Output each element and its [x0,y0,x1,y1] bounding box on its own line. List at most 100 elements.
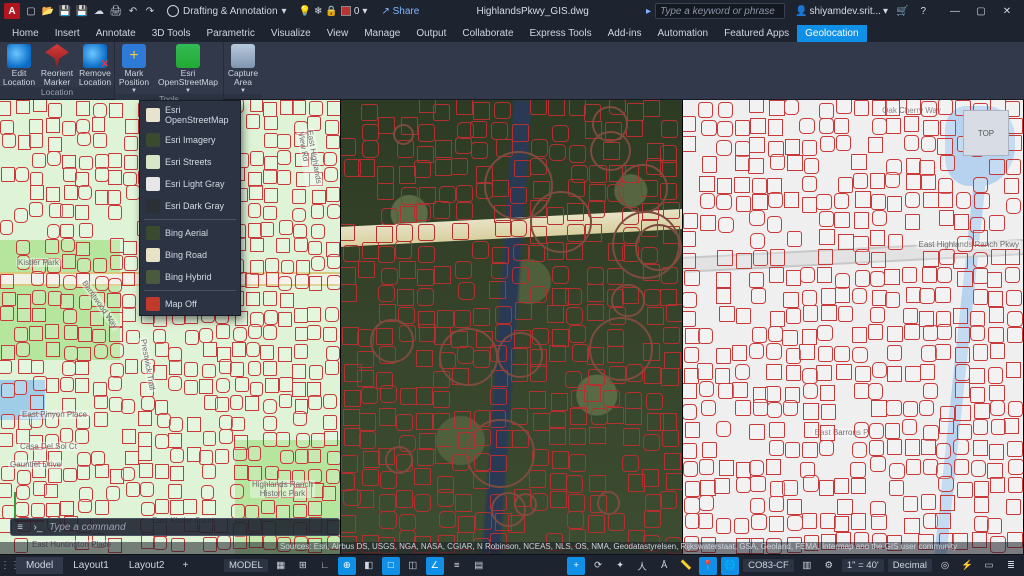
qat-save-icon[interactable]: 💾 [58,4,72,18]
ribbon-tab-add-ins[interactable]: Add-ins [600,25,650,42]
map-provider-option[interactable]: Esri Streets [140,151,240,173]
layout-tab-layout1[interactable]: Layout1 [63,557,119,574]
layout-tab-layout2[interactable]: Layout2 [119,557,175,574]
selection-cycling-icon[interactable]: ⟳ [589,557,607,575]
map-provider-option[interactable]: Esri Imagery [140,129,240,151]
provider-swatch-icon [146,248,160,262]
map-provider-option[interactable]: Bing Hybrid [140,266,240,288]
cart-icon[interactable]: 🛒 [896,6,908,17]
map-provider-option[interactable]: Bing Aerial [140,222,240,244]
map-provider-option[interactable]: Esri Light Gray [140,173,240,195]
status-model[interactable]: MODEL [224,559,268,572]
chevron-down-icon: ▾ [362,6,367,17]
share-button[interactable]: ↗ Share [381,6,419,17]
otrack-toggle-icon[interactable]: ∠ [426,557,444,575]
provider-label: Esri Light Gray [165,179,225,189]
qat-plot-icon[interactable]: 🖨 [109,4,123,18]
layout-tab-model[interactable]: Model [16,557,63,574]
ribbon-tab-collaborate[interactable]: Collaborate [454,25,521,42]
qat-saveas-icon[interactable]: 💾 [75,4,89,18]
app-logo[interactable]: A [4,3,20,19]
cleanscreen-icon[interactable]: ▭ [980,557,998,575]
ortho-toggle-icon[interactable]: ∟ [316,557,334,575]
map-provider-option[interactable]: Map Off [140,293,240,315]
help-icon[interactable]: ? [920,6,926,17]
isolate-icon[interactable]: ◎ [936,557,954,575]
ribbon-tab-annotate[interactable]: Annotate [88,25,144,42]
ribbon-tab-visualize[interactable]: Visualize [263,25,319,42]
isoplane-icon[interactable]: ◧ [360,557,378,575]
gizmo-icon[interactable]: ✦ [611,557,629,575]
cmd-input[interactable]: Type a command [47,522,339,533]
quick-access-toolbar: ▢ 📂 💾 💾 ☁ 🖨 ↶ ↷ [24,4,157,18]
hardware-accel-icon[interactable]: ⚡ [958,557,976,575]
viewport-lightgray[interactable]: East Highlands Ranch Pkwy Oak Cherry Way… [683,100,1024,554]
workspace-icon[interactable]: ⚙ [820,557,838,575]
reorient-marker-button[interactable]: Reorient Marker [38,42,76,87]
provider-swatch-icon [146,199,160,213]
qat-new-icon[interactable]: ▢ [24,4,38,18]
ribbon-tab-express-tools[interactable]: Express Tools [522,25,600,42]
provider-swatch-icon [146,155,160,169]
transparency-icon[interactable]: ▤ [470,557,488,575]
map-provider-option[interactable]: Bing Road [140,244,240,266]
ribbon-tab-manage[interactable]: Manage [356,25,408,42]
3dosnap-icon[interactable]: ◫ [404,557,422,575]
maximize-button[interactable]: ▢ [968,1,994,21]
ribbon-tab-view[interactable]: View [319,25,357,42]
minimize-button[interactable]: — [942,1,968,21]
ribbon-tab-geolocation[interactable]: Geolocation [797,25,866,42]
layer-color-swatch [341,6,351,16]
grid-toggle-icon[interactable]: ▦ [272,557,290,575]
account-menu[interactable]: 👤 shiyamdev.srit... ▾ [795,6,888,17]
coord-system[interactable]: CO83-CF [743,559,794,572]
units-icon[interactable]: 📏 [677,557,695,575]
search-input[interactable]: Type a keyword or phrase [655,3,785,19]
ribbon: Edit Location Reorient Marker Remove Loc… [0,42,1024,100]
cmd-history-icon[interactable]: ≡ [11,522,29,533]
ribbon-tab-insert[interactable]: Insert [47,25,88,42]
mark-position-button[interactable]: Mark Position▼ [115,42,153,94]
ribbon-tab-parametric[interactable]: Parametric [198,25,262,42]
qat-undo-icon[interactable]: ↶ [126,4,140,18]
command-line[interactable]: ≡ ›_ Type a command [10,518,340,536]
capture-area-button[interactable]: Capture Area▼ [224,42,262,94]
polar-toggle-icon[interactable]: ⊕ [338,557,356,575]
map-provider-button[interactable]: Esri OpenStreetMap▼ [153,42,223,94]
ribbon-tabs: HomeInsertAnnotate3D ToolsParametricVisu… [0,22,1024,42]
annotation-icon[interactable]: 人 [633,557,651,575]
ribbon-tab-featured-apps[interactable]: Featured Apps [716,25,797,42]
geo-marker-icon[interactable]: 📍 [699,557,717,575]
units-format[interactable]: Decimal [888,559,932,572]
viewcube[interactable]: TOP [963,110,1009,156]
add-layout-button[interactable]: + [174,557,196,574]
layout-tabs-handle[interactable]: ⋮⋮ [0,560,16,571]
annoscale-icon[interactable]: Å [655,557,673,575]
ribbon-tab-output[interactable]: Output [408,25,454,42]
customize-status-icon[interactable]: ≣ [1002,557,1020,575]
edit-location-button[interactable]: Edit Location [0,42,38,87]
anno-scale-value[interactable]: 1" = 40' [842,559,884,572]
map-provider-option[interactable]: Esri Dark Gray [140,195,240,217]
layer-dropdown[interactable]: 💡 ❄ 🔒 0 ▾ [299,6,368,17]
dyninput-icon[interactable]: + [567,557,585,575]
remove-label: Remove Location [79,69,111,87]
close-button[interactable]: ✕ [994,1,1020,21]
viewport-satellite[interactable] [341,100,682,554]
map-provider-option[interactable]: Esri OpenStreetMap [140,101,240,129]
qprops-icon[interactable]: ▥ [798,557,816,575]
snap-toggle-icon[interactable]: ⊞ [294,557,312,575]
qat-open-icon[interactable]: 📂 [41,4,55,18]
ribbon-tab-automation[interactable]: Automation [650,25,717,42]
search-caret-icon: ▸ [646,6,651,17]
ribbon-tab-home[interactable]: Home [4,25,47,42]
globe-icon [7,44,31,68]
workspace-switcher[interactable]: Drafting & Annotation ▾ [167,5,287,17]
osnap-toggle-icon[interactable]: □ [382,557,400,575]
globe-icon[interactable]: 🌐 [721,557,739,575]
qat-web-icon[interactable]: ☁ [92,4,106,18]
qat-redo-icon[interactable]: ↷ [143,4,157,18]
lineweight-icon[interactable]: ≡ [448,557,466,575]
remove-location-button[interactable]: Remove Location [76,42,114,87]
ribbon-tab-3d-tools[interactable]: 3D Tools [144,25,199,42]
